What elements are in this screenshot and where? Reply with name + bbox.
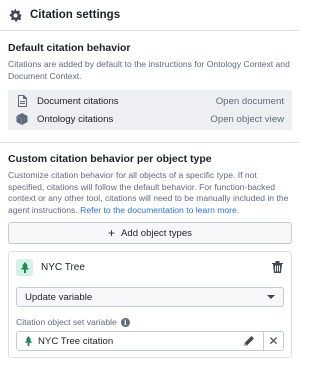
pencil-icon[interactable] (243, 335, 255, 347)
object-type-header: NYC Tree (16, 252, 284, 282)
custom-citation-section: Custom citation behavior per object type… (0, 143, 300, 358)
tree-icon (16, 258, 33, 276)
plus-icon: + (108, 226, 116, 240)
info-icon[interactable]: i (120, 317, 130, 327)
document-citation-row: Document citations Open document (8, 92, 292, 110)
section-description: Customize citation behavior for all obje… (8, 170, 292, 216)
citation-variable-text: NYC Tree citation (38, 335, 114, 347)
cube-icon (16, 113, 28, 125)
citation-behavior-select[interactable]: Update variable (16, 287, 284, 307)
chevron-down-icon (267, 295, 275, 299)
section-description: Citations are added by default to the in… (8, 59, 290, 81)
open-document-link[interactable]: Open document (216, 96, 284, 107)
close-icon: ✕ (268, 334, 279, 348)
default-citations-list: Document citations Open document Ontolog… (8, 90, 292, 130)
ontology-citation-row: Ontology citations Open object view (8, 110, 292, 128)
section-title: Custom citation behavior per object type (8, 153, 212, 165)
add-object-types-button[interactable]: + Add object types (8, 222, 292, 244)
citation-variable-field: NYC Tree citation ✕ (16, 331, 284, 351)
object-type-name: NYC Tree (41, 261, 85, 273)
field-label-row: Citation object set variable i (16, 317, 284, 327)
object-type-card: NYC Tree Update variable Citation object… (8, 251, 292, 358)
panel-title: Citation settings (30, 9, 121, 21)
gear-icon (8, 8, 22, 22)
section-title: Default citation behavior (8, 42, 131, 54)
ontology-citation-label: Ontology citations (37, 113, 114, 125)
tree-icon (23, 336, 33, 346)
document-icon (16, 95, 28, 107)
open-object-view-link[interactable]: Open object view (210, 114, 284, 125)
add-object-types-label: Add object types (121, 227, 192, 239)
panel-header: Citation settings (0, 0, 300, 31)
default-citation-section: Default citation behavior Citations are … (0, 31, 300, 143)
document-citation-label: Document citations (37, 95, 119, 107)
citation-variable-label: Citation object set variable (16, 317, 117, 327)
documentation-link[interactable]: Refer to the documentation to learn more… (80, 205, 239, 215)
citation-variable-value[interactable]: NYC Tree citation (17, 332, 263, 350)
clear-button[interactable]: ✕ (263, 332, 283, 350)
trash-icon[interactable] (270, 260, 284, 274)
select-value: Update variable (25, 291, 93, 303)
